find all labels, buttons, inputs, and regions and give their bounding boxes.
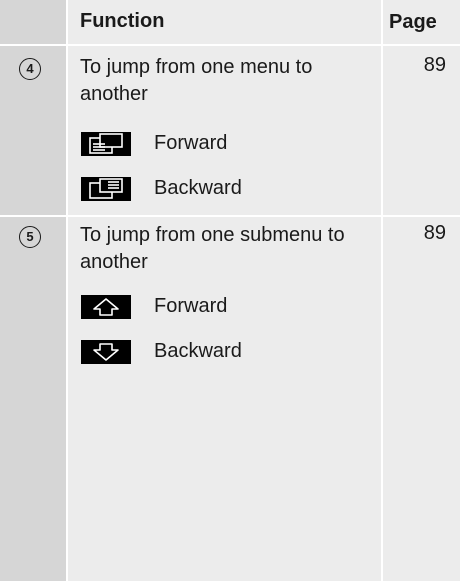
arrow-up-icon (81, 295, 131, 319)
arrow-down-icon (81, 340, 131, 364)
row-page: 89 (423, 222, 446, 244)
row-marker: 5 (19, 226, 41, 248)
item-label: Forward (154, 295, 228, 317)
row-description: To jump from one submenu to another (80, 224, 345, 273)
row-page: 89 (423, 54, 446, 76)
function-table: Function Page 4 To jump from one menu to… (0, 0, 460, 581)
row-description: To jump from one menu to another (80, 56, 313, 105)
header-divider (0, 44, 460, 46)
row-marker: 4 (19, 58, 41, 80)
item-label: Forward (154, 132, 228, 154)
header-function: Function (80, 10, 165, 32)
table-header: Function Page (0, 0, 460, 44)
marker-column (0, 0, 66, 581)
item-label: Backward (154, 177, 242, 199)
menu-backward-icon (81, 177, 131, 201)
page-column (383, 0, 460, 581)
row-divider (0, 215, 460, 217)
header-page: Page (389, 11, 437, 33)
item-label: Backward (154, 340, 242, 362)
menu-forward-icon (81, 132, 131, 156)
